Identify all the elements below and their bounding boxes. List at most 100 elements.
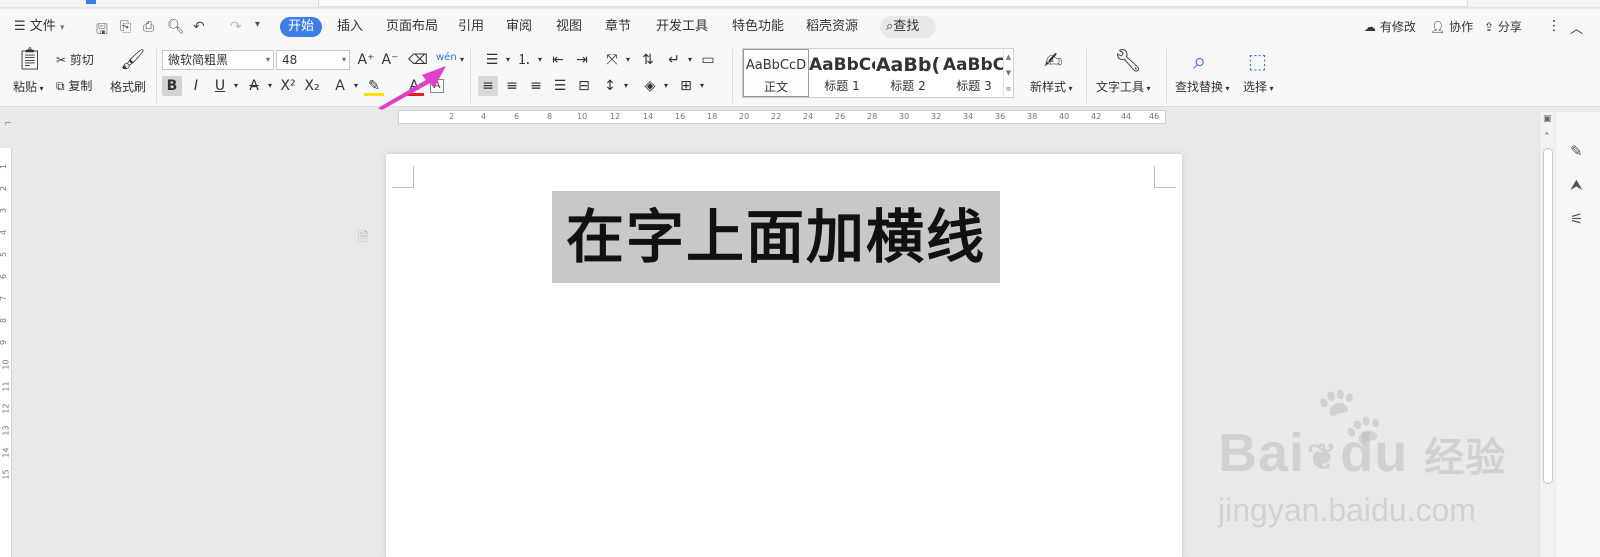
style-gallery-scroll[interactable]: ▲ ▼ ≡: [1003, 49, 1013, 97]
modified-label: 有修改: [1379, 20, 1416, 34]
collaborate-button[interactable]: 👤︎ 协作: [1430, 18, 1473, 35]
collapse-ribbon-icon[interactable]: ︿: [1570, 18, 1583, 37]
collab-label: 协作: [1449, 20, 1474, 34]
ruler-tick: 24: [803, 112, 814, 121]
ruler-tick: 13: [1, 425, 11, 436]
scroll-top-icon[interactable]: ▣: [1543, 114, 1552, 124]
heading-text: 在字上面加横线: [565, 203, 986, 271]
chevron-down-icon[interactable]: ▾: [680, 50, 700, 70]
new-style-icon[interactable]: ✍: [1044, 49, 1062, 74]
table-grid-icon[interactable]: ▭: [698, 50, 718, 70]
increase-font-icon[interactable]: A⁺: [356, 50, 376, 70]
ruler-tick: 5: [0, 252, 8, 257]
tab-review[interactable]: 审阅: [506, 17, 532, 37]
modified-button[interactable]: ☁ 有修改: [1364, 18, 1416, 35]
selected-heading-text[interactable]: 在字上面加横线: [552, 191, 1000, 283]
chevron-down-icon[interactable]: ▾: [616, 76, 636, 96]
find-replace-label: 查找替换: [1175, 80, 1224, 94]
increase-indent-icon[interactable]: ⇥: [572, 50, 592, 70]
chevron-down-icon[interactable]: ▾: [618, 50, 638, 70]
wrench-icon[interactable]: 🔧︎: [1114, 49, 1142, 74]
ruler-tick: 40: [1059, 112, 1070, 121]
search-button[interactable]: ⌕查找: [880, 16, 936, 38]
sort-icon[interactable]: ⇅: [638, 50, 658, 70]
select-button[interactable]: 选择 ▾: [1243, 78, 1274, 95]
chevron-down-icon[interactable]: ▾: [692, 76, 712, 96]
customize-dropdown-icon[interactable]: ▾: [255, 19, 260, 30]
cut-button[interactable]: ✂ 剪切: [56, 51, 94, 68]
tab-insert[interactable]: 插入: [337, 17, 363, 37]
align-left-button[interactable]: ≡: [478, 76, 498, 96]
copy-icon: ⧉: [56, 79, 65, 93]
ruler-tick: 32: [931, 112, 942, 121]
tab-view[interactable]: 视图: [556, 17, 582, 37]
ruler-tick: 8: [0, 318, 8, 323]
print-preview-icon[interactable]: 🔍︎: [167, 19, 185, 35]
ruler-tick: 30: [899, 112, 910, 121]
pen-icon[interactable]: ✎: [1570, 142, 1583, 160]
find-replace-button[interactable]: 查找替换 ▾: [1175, 78, 1230, 95]
tab-home[interactable]: 开始: [280, 17, 322, 37]
ruler-tick: 7: [0, 296, 8, 301]
ruler-tick: 44: [1121, 112, 1132, 121]
settings-sliders-icon[interactable]: ⚟: [1570, 210, 1583, 228]
paste-button[interactable]: 粘贴 ▾: [13, 78, 44, 95]
redo-icon[interactable]: ↷: [230, 19, 242, 35]
align-right-button[interactable]: ≡: [526, 76, 546, 96]
hamburger-icon: ☰: [14, 19, 26, 34]
style-heading-3[interactable]: AaBbC 标题 3: [941, 49, 1007, 97]
chevron-down-icon[interactable]: ▾: [226, 76, 246, 96]
superscript-button[interactable]: X²: [278, 76, 298, 96]
chevron-down-icon: ▾: [1223, 84, 1230, 93]
new-style-button[interactable]: 新样式 ▾: [1030, 78, 1073, 95]
style-heading-2[interactable]: AaBb( 标题 2: [875, 49, 941, 97]
more-icon[interactable]: ⋮: [1547, 18, 1561, 34]
chevron-down-icon: ▾: [1144, 84, 1151, 93]
select-cursor-icon[interactable]: ⬚: [1248, 49, 1267, 73]
bold-button[interactable]: B: [162, 76, 182, 96]
style-heading-1[interactable]: AaBbCc 标题 1: [809, 49, 875, 97]
decrease-indent-icon[interactable]: ⇤: [548, 50, 568, 70]
chevron-up-icon: ▲: [1005, 53, 1012, 61]
chevron-down-icon[interactable]: ▾: [260, 76, 280, 96]
magnifier-icon[interactable]: ⌕: [1193, 47, 1206, 75]
italic-button[interactable]: I: [186, 76, 206, 96]
tab-features[interactable]: 特色功能: [732, 17, 784, 37]
share-button[interactable]: ⇪ 分享: [1484, 18, 1522, 35]
undo-icon[interactable]: ↶: [193, 19, 205, 35]
style-label: 标题 2: [890, 79, 926, 93]
text-tools-button[interactable]: 文字工具 ▾: [1096, 78, 1151, 95]
tab-chapter[interactable]: 章节: [605, 17, 631, 37]
document-icon[interactable]: 🗎︎: [358, 228, 368, 250]
distribute-button[interactable]: ⊟: [574, 76, 594, 96]
share-icon: ⇪: [1484, 20, 1495, 34]
style-normal[interactable]: AaBbCcD 正文: [743, 49, 809, 97]
tab-developer[interactable]: 开发工具: [656, 17, 708, 37]
font-size-combo[interactable]: 48 ▾: [276, 50, 350, 70]
chevron-down-icon: ▾: [341, 55, 346, 64]
file-menu[interactable]: ☰ 文件 ▾: [14, 17, 64, 37]
chevron-down-icon[interactable]: ▾: [346, 76, 366, 96]
chevron-down-icon[interactable]: ▾: [656, 76, 676, 96]
save-icon[interactable]: 🖫: [96, 19, 108, 43]
copy-button[interactable]: ⧉ 复制: [56, 77, 92, 94]
format-painter-button[interactable]: 格式刷: [110, 78, 146, 95]
cursor-icon[interactable]: ⮝: [1570, 176, 1583, 194]
export-icon[interactable]: ⎘: [120, 19, 131, 35]
chevron-down-icon[interactable]: ▾: [530, 50, 550, 70]
format-painter-icon[interactable]: 🖌︎: [120, 47, 145, 71]
search-label: 查找: [893, 19, 920, 34]
scroll-up-icon[interactable]: ⌃: [1543, 132, 1551, 142]
subscript-button[interactable]: X₂: [302, 76, 322, 96]
tab-page-layout[interactable]: 页面布局: [386, 17, 438, 37]
document-page[interactable]: 在字上面加横线: [386, 154, 1182, 557]
paste-icon[interactable]: 📋︎: [16, 47, 44, 72]
tab-references[interactable]: 引用: [458, 17, 484, 37]
print-icon[interactable]: ⎙: [143, 19, 154, 35]
ruler-tick: 6: [514, 112, 520, 121]
watermark-brand-latin2: du: [1340, 423, 1409, 483]
align-center-button[interactable]: ≡: [502, 76, 522, 96]
tab-docer-resources[interactable]: 稻壳资源: [806, 17, 858, 37]
font-name-combo[interactable]: 微软简粗黑 ▾: [162, 50, 274, 70]
justify-button[interactable]: ☰: [550, 76, 570, 96]
